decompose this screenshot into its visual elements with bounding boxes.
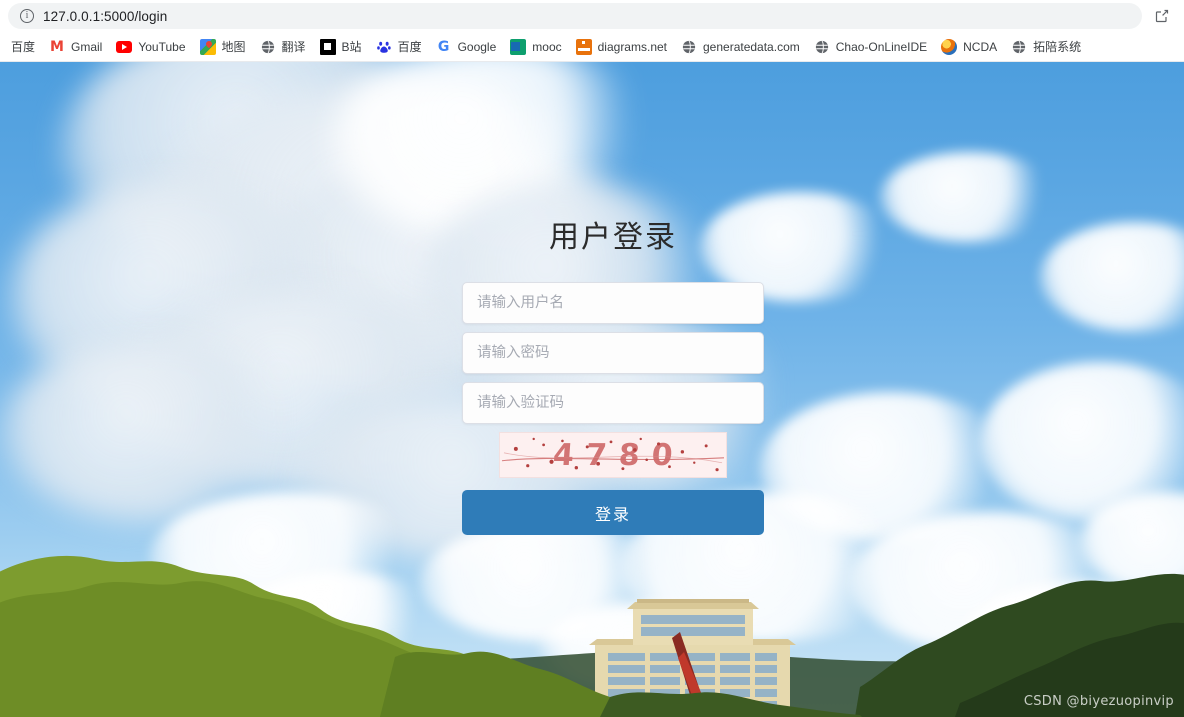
black-square-icon xyxy=(319,38,336,55)
baidu-paw-icon xyxy=(376,39,392,55)
captcha-noise xyxy=(501,437,725,472)
username-input[interactable] xyxy=(462,282,764,324)
bookmark-chao-onlineide[interactable]: Chao-OnLineIDE xyxy=(807,35,934,59)
bookmark-translate[interactable]: 翻译 xyxy=(253,35,313,59)
share-icon[interactable] xyxy=(1148,3,1176,29)
bookmarks-bar: 百度 M Gmail YouTube 地图 翻译 B站 百度 G Google … xyxy=(0,32,1184,62)
bookmark-label: 百度 xyxy=(397,39,422,54)
browser-chrome: i 127.0.0.1:5000/login 百度 M Gmail YouTub… xyxy=(0,0,1184,62)
address-bar[interactable]: i 127.0.0.1:5000/login xyxy=(8,3,1142,29)
bookmark-maps[interactable]: 地图 xyxy=(193,35,253,59)
bookmark-google[interactable]: G Google xyxy=(429,35,504,59)
bookmark-tuopei-system[interactable]: 拓陪系统 xyxy=(1004,35,1088,59)
page-title: 用户登录 xyxy=(549,220,677,255)
bookmark-bilibili[interactable]: B站 xyxy=(313,35,369,59)
globe-icon xyxy=(260,39,276,55)
globe-icon xyxy=(1011,39,1027,55)
bookmark-baidu-2[interactable]: 百度 xyxy=(369,35,429,59)
bookmark-label: Chao-OnLineIDE xyxy=(835,39,928,54)
bookmark-mooc[interactable]: mooc xyxy=(503,35,568,59)
captcha-row: 4780 xyxy=(462,432,764,478)
omnibox-row: i 127.0.0.1:5000/login xyxy=(0,0,1184,32)
login-button[interactable]: 登录 xyxy=(462,490,764,535)
google-maps-icon xyxy=(199,38,216,55)
bookmark-label: generatedata.com xyxy=(703,39,800,54)
login-form: 用户登录 4780 xyxy=(462,212,764,535)
password-input[interactable] xyxy=(462,332,764,374)
globe-icon xyxy=(814,39,830,55)
info-circle-icon[interactable]: i xyxy=(20,9,34,23)
login-page: 用户登录 4780 xyxy=(0,62,1184,717)
bookmark-label: 拓陪系统 xyxy=(1033,39,1082,54)
google-g-icon: G xyxy=(437,38,450,55)
bookmark-label: Gmail xyxy=(71,39,103,54)
mooc-icon xyxy=(510,38,527,55)
bookmark-gmail[interactable]: M Gmail xyxy=(42,35,109,59)
bookmark-ncda[interactable]: NCDA xyxy=(934,35,1004,59)
globe-icon xyxy=(681,39,697,55)
bookmark-label: diagrams.net xyxy=(597,39,667,54)
foreground-trees xyxy=(0,555,1184,717)
bookmark-baidu-1[interactable]: 百度 xyxy=(4,35,42,59)
bookmark-label: 百度 xyxy=(11,39,36,54)
bookmark-label: B站 xyxy=(341,39,362,54)
captcha-image[interactable]: 4780 xyxy=(499,432,727,478)
bookmark-label: mooc xyxy=(532,39,562,54)
captcha-input[interactable] xyxy=(462,382,764,424)
bookmark-label: Google xyxy=(457,39,497,54)
bookmark-youtube[interactable]: YouTube xyxy=(109,35,192,59)
bookmark-generatedata[interactable]: generatedata.com xyxy=(674,35,807,59)
bookmark-label: YouTube xyxy=(138,39,186,54)
gmail-icon: M xyxy=(50,38,64,55)
url-text: 127.0.0.1:5000/login xyxy=(43,8,168,24)
bookmark-label: 地图 xyxy=(221,39,246,54)
ncda-icon xyxy=(941,38,958,55)
diagrams-net-icon xyxy=(575,38,592,55)
bookmark-label: 翻译 xyxy=(281,39,306,54)
youtube-icon xyxy=(116,40,133,53)
bookmark-diagrams-net[interactable]: diagrams.net xyxy=(569,35,674,59)
bookmark-label: NCDA xyxy=(963,39,998,54)
